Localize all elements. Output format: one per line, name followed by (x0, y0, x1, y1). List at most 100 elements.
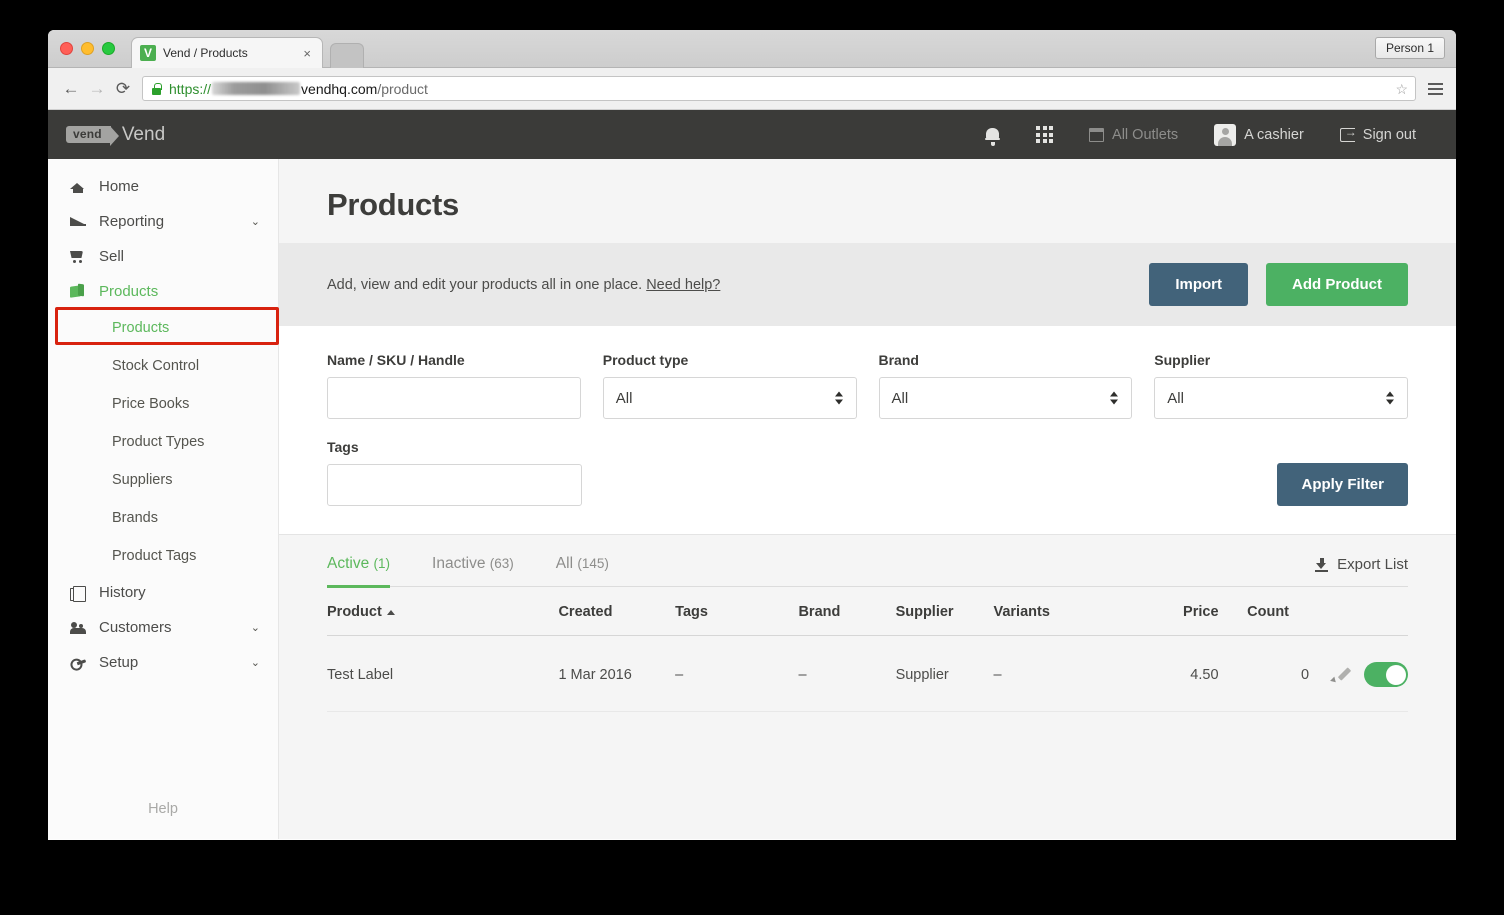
column-header-count[interactable]: Count (1219, 587, 1310, 636)
action-buttons: Import Add Product (1149, 263, 1408, 306)
cell-count: 0 (1219, 636, 1310, 712)
browser-tab[interactable]: V Vend / Products × (131, 37, 323, 68)
home-icon (70, 180, 92, 193)
notifications-button[interactable] (967, 127, 1018, 143)
listing-tabs: Active (1) Inactive (63) All (145) (327, 535, 1408, 587)
tab-inactive-label: Inactive (432, 555, 485, 572)
active-toggle[interactable] (1364, 662, 1408, 687)
sidebar-subitem-stock-control[interactable]: Stock Control (48, 347, 278, 385)
column-header-variants[interactable]: Variants (993, 587, 1129, 636)
browser-tab-title: Vend / Products (163, 46, 248, 60)
column-header-product[interactable]: Product (327, 587, 558, 636)
close-window-button[interactable] (60, 42, 73, 55)
chart-icon (70, 216, 92, 228)
sidebar-subitem-products[interactable]: Products (48, 309, 278, 347)
column-header-price[interactable]: Price (1129, 587, 1218, 636)
reload-icon[interactable]: ⟳ (110, 76, 136, 102)
signout-label: Sign out (1363, 127, 1416, 143)
page-header: Products (279, 159, 1456, 243)
sidebar-label-home: Home (99, 178, 139, 195)
sidebar-item-reporting[interactable]: Reporting ⌄ (48, 204, 278, 239)
table-body: Test Label 1 Mar 2016 – – Supplier – 4.5… (327, 636, 1408, 712)
user-menu[interactable]: A cashier (1196, 124, 1322, 146)
outlet-label: All Outlets (1112, 127, 1178, 143)
chevron-down-icon: ⌄ (251, 621, 260, 634)
close-tab-icon[interactable]: × (300, 47, 314, 60)
tab-all-label: All (556, 555, 573, 572)
supplier-value: All (1167, 390, 1184, 407)
sidebar-item-sell[interactable]: Sell (48, 239, 278, 274)
column-header-tags[interactable]: Tags (675, 587, 798, 636)
help-link[interactable]: Help (48, 801, 278, 817)
sidebar-subitem-product-tags[interactable]: Product Tags (48, 537, 278, 575)
sidebar-item-history[interactable]: History (48, 575, 278, 610)
sidebar-item-setup[interactable]: Setup ⌄ (48, 645, 278, 680)
sidebar-item-customers[interactable]: Customers ⌄ (48, 610, 278, 645)
supplier-select[interactable]: All (1154, 377, 1408, 419)
apps-grid-button[interactable] (1018, 126, 1071, 143)
grid-icon (1036, 126, 1053, 143)
wrench-icon (70, 656, 92, 670)
vend-app: vend Vend (48, 110, 1456, 839)
column-header-supplier[interactable]: Supplier (896, 587, 994, 636)
user-label: A cashier (1244, 127, 1304, 143)
filter-group-name: Name / SKU / Handle (327, 352, 581, 419)
outlet-selector[interactable]: All Outlets (1071, 127, 1196, 143)
sidebar-subitem-suppliers[interactable]: Suppliers (48, 461, 278, 499)
add-product-button[interactable]: Add Product (1266, 263, 1408, 306)
table-row[interactable]: Test Label 1 Mar 2016 – – Supplier – 4.5… (327, 636, 1408, 712)
column-header-brand[interactable]: Brand (798, 587, 895, 636)
sort-asc-icon (387, 610, 395, 615)
apply-filter-button[interactable]: Apply Filter (1277, 463, 1408, 506)
filter-row-2: Tags Apply Filter (327, 439, 1408, 506)
minimize-window-button[interactable] (81, 42, 94, 55)
cell-product[interactable]: Test Label (327, 636, 558, 712)
avatar (1214, 124, 1236, 146)
stepper-arrows-icon (1110, 392, 1118, 405)
product-listing: Active (1) Inactive (63) All (145) (279, 535, 1456, 712)
brand-area[interactable]: vend Vend (66, 124, 165, 146)
sidebar-subitem-product-types[interactable]: Product Types (48, 423, 278, 461)
bookmark-star-icon[interactable]: ☆ (1395, 81, 1408, 98)
browser-menu-icon[interactable] (1424, 76, 1446, 102)
column-label-product: Product (327, 604, 382, 620)
column-header-actions (1309, 587, 1408, 636)
sidebar-item-products[interactable]: Products (48, 274, 278, 309)
brand-select[interactable]: All (879, 377, 1133, 419)
sidebar: Home Reporting ⌄ Sell Products (48, 159, 279, 839)
need-help-link[interactable]: Need help? (646, 277, 720, 293)
column-header-created[interactable]: Created (558, 587, 675, 636)
sidebar-subitem-price-books[interactable]: Price Books (48, 385, 278, 423)
sidebar-subitem-brands[interactable]: Brands (48, 499, 278, 537)
cell-created: 1 Mar 2016 (558, 636, 675, 712)
tab-all[interactable]: All (145) (556, 555, 609, 586)
signout-button[interactable]: Sign out (1322, 127, 1434, 143)
back-icon[interactable]: ← (58, 76, 84, 102)
import-button[interactable]: Import (1149, 263, 1248, 306)
box-icon (70, 284, 92, 299)
tab-inactive[interactable]: Inactive (63) (432, 555, 514, 586)
name-sku-handle-input[interactable] (327, 377, 581, 419)
sidebar-item-home[interactable]: Home (48, 169, 278, 204)
person-button[interactable]: Person 1 (1375, 37, 1445, 59)
filter-group-supplier: Supplier All (1154, 352, 1408, 419)
maximize-window-button[interactable] (102, 42, 115, 55)
topnav-right: All Outlets A cashier Sign out (967, 124, 1434, 146)
export-list-button[interactable]: Export List (1315, 556, 1408, 586)
cell-brand: – (798, 636, 895, 712)
tags-input[interactable] (327, 464, 582, 506)
row-actions (1309, 662, 1408, 687)
product-type-select[interactable]: All (603, 377, 857, 419)
sidebar-label-setup: Setup (99, 654, 138, 671)
tab-all-count: (145) (577, 556, 609, 571)
forward-icon[interactable]: → (84, 76, 110, 102)
new-tab-button[interactable] (330, 43, 364, 68)
tab-active[interactable]: Active (1) (327, 555, 390, 586)
action-bar: Add, view and edit your products all in … (279, 243, 1456, 326)
page-description-text: Add, view and edit your products all in … (327, 277, 642, 293)
edit-pencil-icon[interactable] (1330, 666, 1348, 684)
app-layout: Home Reporting ⌄ Sell Products (48, 159, 1456, 839)
tab-inactive-count: (63) (490, 556, 514, 571)
product-type-label: Product type (603, 352, 857, 368)
address-bar[interactable]: https://vendhq.com/product ☆ (142, 76, 1416, 101)
